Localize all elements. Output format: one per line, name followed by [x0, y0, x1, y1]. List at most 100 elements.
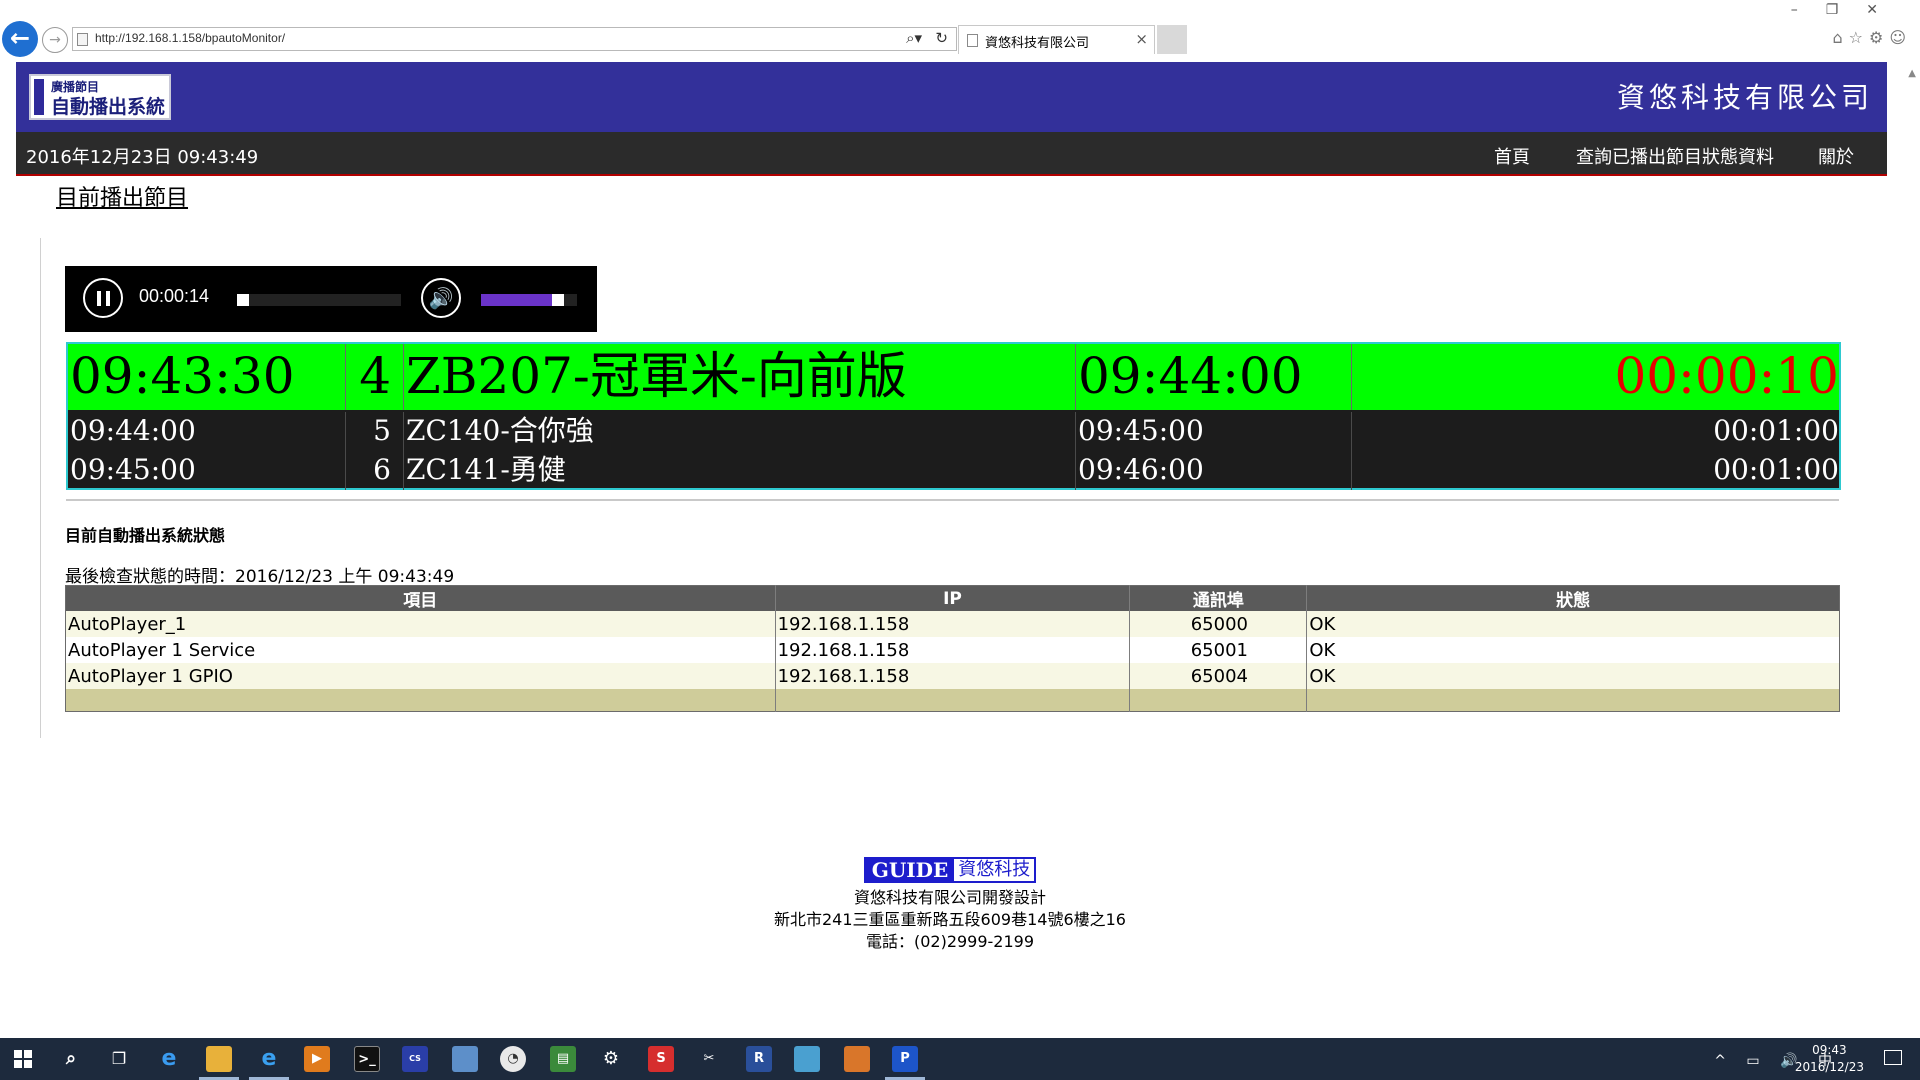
- logo-mark: [34, 79, 44, 115]
- nav-query-history[interactable]: 查詢已播出節目狀態資料: [1576, 143, 1774, 169]
- app-icon[interactable]: CS: [402, 1046, 428, 1072]
- table-row: AutoPlayer 1 GPIO 192.168.1.158 65004 OK: [65, 663, 1840, 689]
- refresh-icon[interactable]: ↻: [935, 29, 948, 47]
- item-number: 5: [346, 412, 404, 451]
- window-controls[interactable]: –❐✕: [1791, 2, 1906, 18]
- volume-slider[interactable]: [481, 294, 577, 306]
- company-title: 資悠科技有限公司: [1616, 81, 1873, 114]
- audio-player: 00:00:14 🔊: [65, 266, 597, 332]
- app-icon[interactable]: [452, 1046, 478, 1072]
- settings-gear-icon[interactable]: ⚙: [598, 1046, 624, 1072]
- cell-ip: 192.168.1.158: [774, 663, 1130, 689]
- page-viewport: ▲ 廣播節目 自動播出系統 資悠科技有限公司 2016年12月23日 09:43…: [0, 62, 1920, 1038]
- file-explorer-icon[interactable]: [206, 1046, 232, 1072]
- cell-port: 65004: [1129, 663, 1307, 689]
- footer-cell: [774, 689, 1130, 711]
- cell-ip: 192.168.1.158: [774, 611, 1130, 637]
- seek-slider[interactable]: [237, 294, 401, 306]
- start-time: 09:45:00: [70, 451, 346, 490]
- footer-logo-cn: 資悠科技: [958, 859, 1031, 880]
- footer-cell: [1129, 689, 1307, 711]
- pause-icon[interactable]: [83, 278, 123, 318]
- playback-time: 00:00:14: [139, 286, 210, 306]
- duration: 00:01:00: [1713, 414, 1839, 447]
- clock-app-icon[interactable]: ◔: [500, 1046, 526, 1072]
- end-time: 09:46:00: [1076, 451, 1352, 490]
- address-bar[interactable]: http://192.168.1.158/bpautoMonitor/ ⌕▾ ↻: [72, 27, 957, 51]
- browser-toolbar-icons[interactable]: ⌂☆⚙☺: [1832, 28, 1912, 47]
- back-arrow-icon[interactable]: ←: [2, 21, 38, 57]
- tools-icon[interactable]: ✂: [696, 1046, 722, 1072]
- column-header: 項目: [65, 585, 776, 611]
- task-view-icon[interactable]: ❐: [106, 1046, 132, 1072]
- footer-logo: GUIDE 資悠科技: [863, 857, 1037, 883]
- duration: 00:01:00: [1713, 453, 1839, 486]
- column-header: 狀態: [1306, 585, 1840, 611]
- internet-explorer-icon[interactable]: e: [256, 1046, 282, 1072]
- search-icon[interactable]: ⌕▾: [906, 29, 922, 47]
- app-p-icon[interactable]: P: [892, 1046, 918, 1072]
- terminal-icon[interactable]: >_: [354, 1046, 380, 1072]
- schedule-row-current: 09:43:30 4 ZB207-冠軍米-向前版 09:44:00 00:00:…: [68, 344, 1839, 410]
- cell-ip: 192.168.1.158: [774, 637, 1130, 663]
- cell-state: OK: [1306, 663, 1840, 689]
- new-tab-button[interactable]: [1157, 25, 1187, 54]
- end-time: 09:44:00: [1076, 344, 1352, 410]
- status-table: 項目 IP 通訊埠 狀態 AutoPlayer_1 192.168.1.158 …: [65, 585, 1840, 712]
- cell-state: OK: [1306, 637, 1840, 663]
- app-icon[interactable]: [844, 1046, 870, 1072]
- scroll-up-icon[interactable]: ▲: [1908, 68, 1916, 79]
- cell-port: 65001: [1129, 637, 1307, 663]
- logo-line2: 自動播出系統: [51, 96, 166, 118]
- volume-thumb[interactable]: [552, 294, 565, 306]
- item-number: 6: [346, 451, 404, 490]
- taskbar: ⌕ ❐ e e ▶ >_ CS ◔ ▤ ⚙ S ✂ R P ^ ▭ 🔊 中 09…: [0, 1038, 1920, 1080]
- start-time: 09:44:00: [70, 412, 346, 451]
- chart-app-icon[interactable]: ▤: [550, 1046, 576, 1072]
- seek-thumb[interactable]: [237, 294, 249, 306]
- footer-cell: [65, 689, 776, 711]
- site-logo[interactable]: 廣播節目 自動播出系統: [29, 74, 171, 120]
- notification-icon[interactable]: [1884, 1050, 1902, 1065]
- nav-about[interactable]: 關於: [1818, 143, 1854, 169]
- schedule-row-next: 09:44:00 5 ZC140-合你強 09:45:00 00:01:00: [68, 412, 1839, 451]
- volume-fill: [481, 294, 553, 306]
- footer-phone: 電話：(02)2999-2199: [865, 932, 1035, 951]
- column-header: IP: [774, 585, 1130, 611]
- media-player-icon[interactable]: ▶: [304, 1046, 330, 1072]
- volume-icon[interactable]: 🔊: [421, 278, 461, 318]
- footer-address: 新北市241三重區重新路五段609巷14號6樓之16: [774, 910, 1126, 929]
- windows-start-icon[interactable]: [14, 1050, 32, 1068]
- cell-item: AutoPlayer 1 Service: [65, 637, 776, 663]
- taskbar-date: 2016/12/23: [1794, 1060, 1864, 1074]
- forward-arrow-icon[interactable]: →: [42, 27, 68, 53]
- page-icon: [77, 33, 88, 46]
- last-check-label: 最後檢查狀態的時間：: [65, 567, 235, 587]
- page-footer: GUIDE 資悠科技 資悠科技有限公司開發設計 新北市241三重區重新路五段609…: [0, 857, 1900, 953]
- browser-tab[interactable]: 資悠科技有限公司 ×: [958, 25, 1155, 54]
- site-header: 廣播節目 自動播出系統 資悠科技有限公司: [16, 62, 1887, 132]
- taskbar-time: 09:43: [1812, 1043, 1847, 1057]
- program-title: ZC140-合你強: [404, 412, 1076, 451]
- browser-toolbar: ← → http://192.168.1.158/bpautoMonitor/ …: [0, 0, 1920, 62]
- app-r-icon[interactable]: R: [746, 1046, 772, 1072]
- search-icon[interactable]: ⌕: [58, 1046, 84, 1072]
- footer-credit: 資悠科技有限公司開發設計: [853, 888, 1046, 907]
- table-footer-row: [65, 689, 1840, 711]
- remaining-time: 00:00:10: [1614, 347, 1839, 405]
- content-divider: [40, 238, 41, 738]
- cell-item: AutoPlayer_1: [65, 611, 776, 637]
- last-check-value: 2016/12/23 上午 09:43:49: [235, 567, 455, 587]
- taskbar-clock[interactable]: 09:43 2016/12/23: [1795, 1042, 1864, 1076]
- app-s-icon[interactable]: S: [648, 1046, 674, 1072]
- close-icon[interactable]: ×: [1135, 30, 1148, 48]
- cell-item: AutoPlayer 1 GPIO: [65, 663, 776, 689]
- edge-browser-icon[interactable]: e: [156, 1046, 182, 1072]
- schedule-row-next: 09:45:00 6 ZC141-勇健 09:46:00 00:01:00: [68, 451, 1839, 490]
- address-url[interactable]: http://192.168.1.158/bpautoMonitor/: [95, 31, 285, 45]
- app-icon[interactable]: [794, 1046, 820, 1072]
- program-title: ZB207-冠軍米-向前版: [404, 344, 1076, 410]
- program-title: ZC141-勇健: [404, 451, 1076, 490]
- end-time: 09:45:00: [1076, 412, 1352, 451]
- nav-home[interactable]: 首頁: [1494, 143, 1530, 169]
